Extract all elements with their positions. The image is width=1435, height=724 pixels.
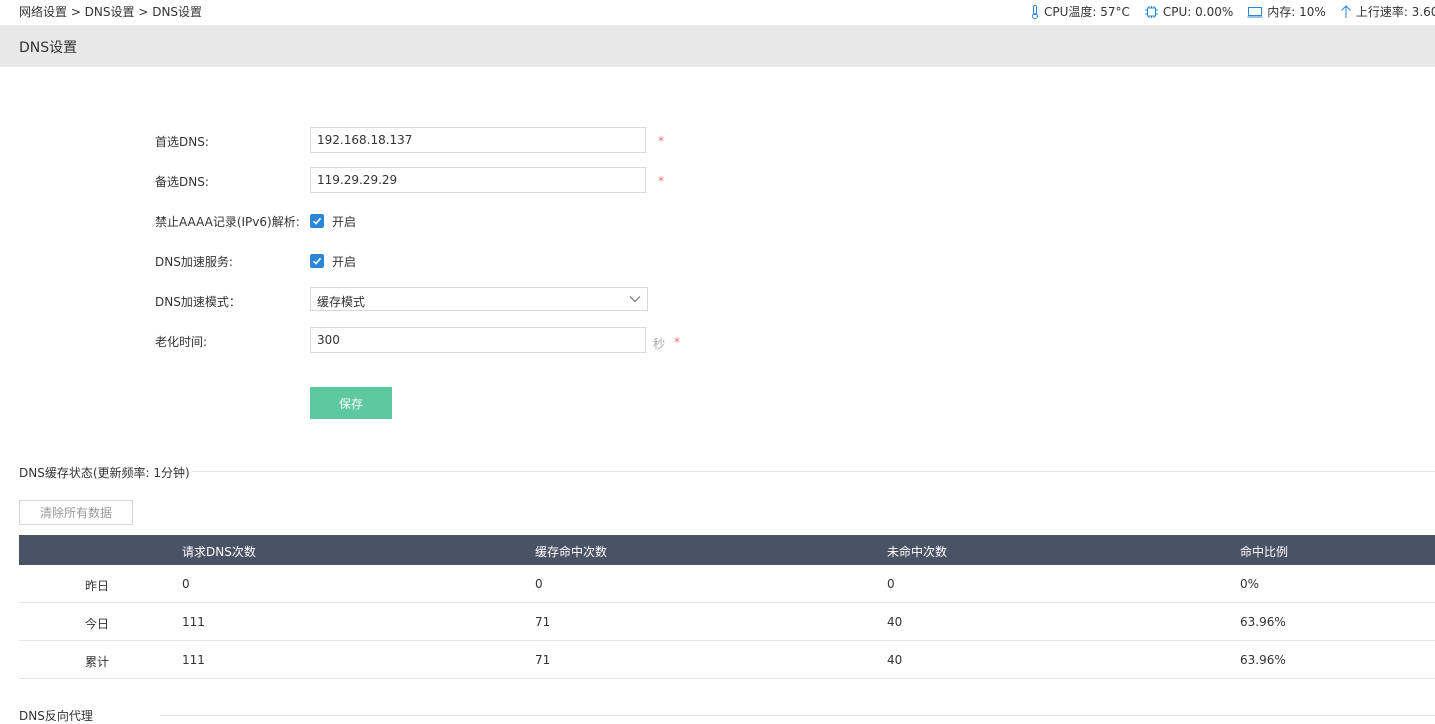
reverse-proxy-section-title: DNS反向代理 <box>19 709 93 723</box>
required-mark: * <box>658 174 664 188</box>
checkmark-icon <box>312 257 322 265</box>
upload-text: 上行速率: 3.60 K <box>1355 5 1435 19</box>
section-divider <box>160 715 1435 716</box>
required-mark: * <box>658 134 664 148</box>
table-cell: 40 <box>887 615 903 629</box>
block-aaaa-enable-text: 开启 <box>332 215 357 229</box>
title-bar: DNS设置 <box>0 25 1435 67</box>
section-divider <box>192 471 1435 472</box>
thermometer-icon <box>1032 4 1038 19</box>
table-row: 今日 111 71 40 63.96% <box>19 603 1435 641</box>
breadcrumb: 网络设置 > DNS设置 > DNS设置 <box>19 5 203 19</box>
table-cell: 111 <box>182 653 205 667</box>
primary-dns-label: 首选DNS: <box>155 135 209 149</box>
aging-time-input[interactable] <box>310 327 646 353</box>
cpu-status: CPU: 0.00% <box>1144 5 1233 19</box>
accel-mode-value: 缓存模式 <box>317 295 366 309</box>
accel-service-enable-text: 开启 <box>332 255 357 269</box>
top-bar: 网络设置 > DNS设置 > DNS设置 CPU温度: 57°C CPU: 0.… <box>0 0 1435 24</box>
cpu-text: CPU: 0.00% <box>1162 4 1234 19</box>
table-cell: 71 <box>535 615 551 629</box>
table-cell: 今日 <box>85 617 110 631</box>
aging-time-label: 老化时间: <box>155 335 208 349</box>
accel-mode-select[interactable]: 缓存模式 <box>310 287 648 311</box>
table-row: 累计 111 71 40 63.96% <box>19 641 1435 679</box>
table-cell: 0 <box>887 577 895 591</box>
aging-time-unit: 秒 <box>653 337 666 351</box>
table-cell: 0% <box>1240 577 1260 591</box>
table-cell: 71 <box>535 653 551 667</box>
table-header: 请求DNS次数 缓存命中次数 未命中次数 命中比例 <box>19 535 1435 565</box>
upload-status: 上行速率: 3.60 K <box>1340 3 1435 20</box>
secondary-dns-input[interactable] <box>310 167 646 193</box>
cpu-chip-icon <box>1144 5 1158 18</box>
memory-text: 内存: 10% <box>1267 5 1326 19</box>
table-cell: 111 <box>182 615 205 629</box>
table-cell: 累计 <box>85 655 110 669</box>
accel-mode-label: DNS加速模式： <box>155 295 241 309</box>
memory-icon <box>1247 6 1263 17</box>
accel-service-label: DNS加速服务: <box>155 255 233 269</box>
column-header: 缓存命中次数 <box>535 545 608 559</box>
chevron-down-icon <box>629 296 641 303</box>
table-cell: 0 <box>182 577 190 591</box>
block-aaaa-checkbox[interactable] <box>310 214 324 228</box>
page-title: DNS设置 <box>19 40 78 56</box>
clear-all-data-button[interactable]: 清除所有数据 <box>19 500 133 525</box>
column-header: 请求DNS次数 <box>182 545 256 559</box>
table-row: 昨日 0 0 0 0% <box>19 565 1435 603</box>
checkmark-icon <box>312 217 322 225</box>
table-cell: 63.96% <box>1240 653 1286 667</box>
accel-service-checkbox[interactable] <box>310 254 324 268</box>
cpu-temp-text: CPU温度: 57°C <box>1044 5 1130 19</box>
cpu-temp-status: CPU温度: 57°C <box>1030 3 1130 20</box>
memory-status: 内存: 10% <box>1247 3 1326 20</box>
table-cell: 63.96% <box>1240 615 1286 629</box>
required-mark: * <box>674 335 680 349</box>
secondary-dns-label: 备选DNS: <box>155 175 209 189</box>
table-cell: 昨日 <box>85 579 110 593</box>
table-cell: 40 <box>887 653 903 667</box>
cache-section-title: DNS缓存状态(更新频率: 1分钟) <box>19 466 190 480</box>
dns-cache-table: 请求DNS次数 缓存命中次数 未命中次数 命中比例 昨日 0 0 0 0% 今日… <box>19 535 1435 679</box>
save-button[interactable]: 保存 <box>310 387 392 419</box>
arrow-up-icon <box>1340 4 1351 18</box>
block-aaaa-label: 禁止AAAA记录(IPv6)解析: <box>155 215 300 229</box>
primary-dns-input[interactable] <box>310 127 646 153</box>
column-header: 命中比例 <box>1240 545 1289 559</box>
system-status: CPU温度: 57°C CPU: 0.00% 内存: 10% 上行速率: 3.6… <box>1030 3 1435 20</box>
table-cell: 0 <box>535 577 543 591</box>
column-header: 未命中次数 <box>887 545 948 559</box>
